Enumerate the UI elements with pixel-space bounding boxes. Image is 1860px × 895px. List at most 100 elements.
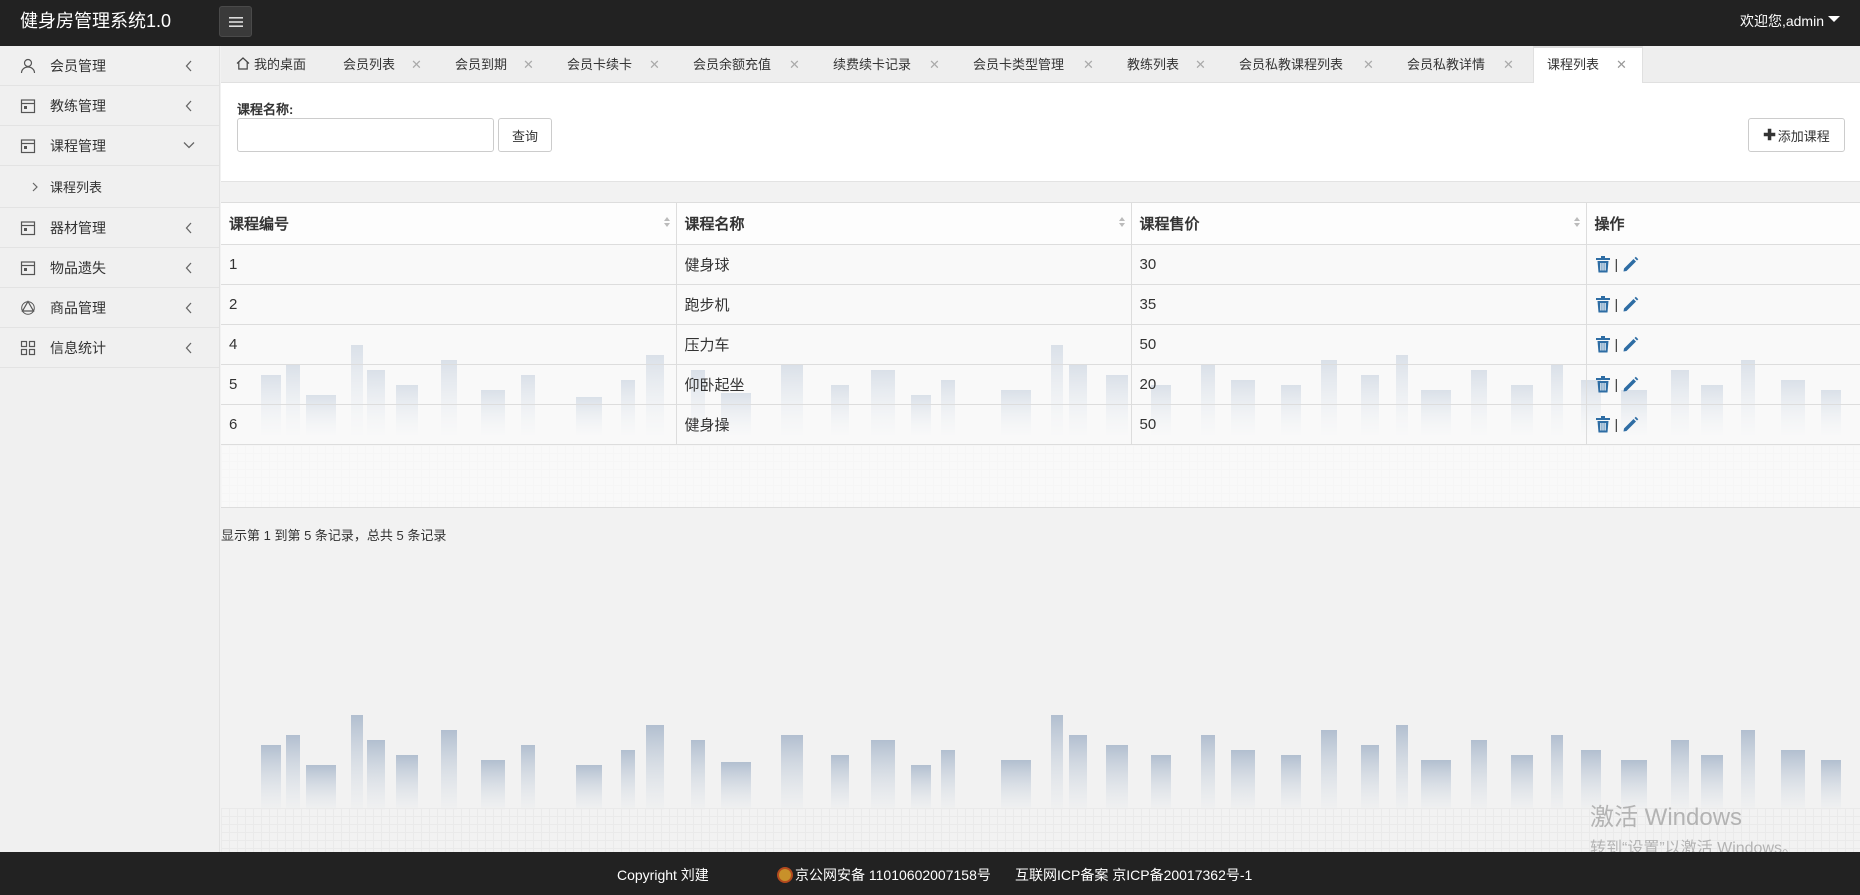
cell-id: 6 bbox=[221, 404, 677, 445]
cell-id: 2 bbox=[221, 284, 677, 325]
add-course-button[interactable]: ✚ 添加课程 bbox=[1748, 118, 1845, 152]
cell-actions: | bbox=[1586, 364, 1860, 405]
pencil-icon[interactable] bbox=[1622, 296, 1639, 313]
column-header-name[interactable]: 课程名称 bbox=[676, 203, 1132, 245]
pencil-icon[interactable] bbox=[1622, 376, 1639, 393]
table-row: 4 压力车 50 | bbox=[221, 324, 1860, 365]
pencil-icon[interactable] bbox=[1622, 336, 1639, 353]
course-name-input[interactable] bbox=[237, 118, 494, 152]
chevron-left-icon bbox=[185, 262, 192, 274]
close-icon[interactable]: ✕ bbox=[1363, 46, 1374, 83]
user-icon bbox=[20, 58, 36, 74]
tab-member-expiry[interactable]: 会员到期 ✕ bbox=[455, 46, 534, 83]
calendar-icon bbox=[20, 260, 36, 276]
app-title[interactable]: 健身房管理系统1.0 bbox=[20, 0, 171, 42]
tab-label: 会员列表 bbox=[343, 57, 396, 72]
footer-police-text: 京公网安备 11010602007158号 bbox=[795, 867, 991, 883]
tab-label: 续费续卡记录 bbox=[833, 57, 912, 72]
sidebar-item-label: 器材管理 bbox=[50, 219, 106, 236]
query-button[interactable]: 查询 bbox=[498, 118, 552, 152]
search-panel: 课程名称: 查询 ✚ 添加课程 bbox=[221, 83, 1860, 182]
footer-police-record[interactable]: 京公网安备 11010602007158号 bbox=[777, 865, 991, 885]
trash-icon[interactable] bbox=[1595, 375, 1611, 393]
sort-icon bbox=[1118, 217, 1125, 227]
pencil-icon[interactable] bbox=[1622, 416, 1639, 433]
tab-label: 会员余额充值 bbox=[693, 57, 772, 72]
cell-id: 1 bbox=[221, 244, 677, 285]
cell-actions: | bbox=[1586, 324, 1860, 365]
close-icon[interactable]: ✕ bbox=[1083, 46, 1094, 83]
tab-private-course-list[interactable]: 会员私教课程列表 ✕ bbox=[1239, 46, 1374, 83]
table-header-row: 课程编号 课程名称 课程售价 操作 bbox=[221, 203, 1860, 245]
cell-price: 50 bbox=[1131, 324, 1587, 365]
sidebar-item-equipment[interactable]: 器材管理 bbox=[0, 208, 219, 248]
home-icon bbox=[236, 57, 250, 70]
close-icon[interactable]: ✕ bbox=[1616, 48, 1627, 81]
close-icon[interactable]: ✕ bbox=[649, 46, 660, 83]
action-separator: | bbox=[1614, 256, 1619, 272]
cell-id: 5 bbox=[221, 364, 677, 405]
course-table-container: 课程编号 课程名称 课程售价 操作 1 健身球 30 | 2 跑步机 35 | … bbox=[221, 202, 1860, 508]
tab-private-detail[interactable]: 会员私教详情 ✕ bbox=[1407, 46, 1514, 83]
windows-activation-watermark: 激活 Windows 转到“设置”以激活 Windows。 bbox=[1590, 797, 1798, 858]
column-header-label: 课程售价 bbox=[1139, 215, 1200, 233]
column-header-price[interactable]: 课程售价 bbox=[1131, 203, 1587, 245]
sidebar-subitem-course-list[interactable]: 课程列表 bbox=[0, 166, 219, 208]
top-header: 健身房管理系统1.0 欢迎您,admin bbox=[0, 0, 1860, 46]
table-row: 5 仰卧起坐 20 | bbox=[221, 364, 1860, 405]
cell-price: 50 bbox=[1131, 404, 1587, 445]
trash-icon[interactable] bbox=[1595, 335, 1611, 353]
welcome-text: 欢迎您,admin bbox=[1739, 13, 1824, 29]
cell-name: 压力车 bbox=[676, 324, 1132, 365]
chevron-down-icon bbox=[183, 142, 195, 149]
tab-label: 会员卡续卡 bbox=[567, 57, 633, 72]
close-icon[interactable]: ✕ bbox=[929, 46, 940, 83]
tab-coach-list[interactable]: 教练列表 ✕ bbox=[1127, 46, 1206, 83]
close-icon[interactable]: ✕ bbox=[789, 46, 800, 83]
tab-balance-recharge[interactable]: 会员余额充值 ✕ bbox=[693, 46, 800, 83]
column-header-id[interactable]: 课程编号 bbox=[221, 203, 677, 245]
tab-label: 会员卡类型管理 bbox=[973, 57, 1065, 72]
sidebar-item-coach[interactable]: 教练管理 bbox=[0, 86, 219, 126]
tab-card-renew[interactable]: 会员卡续卡 ✕ bbox=[567, 46, 660, 83]
grid-icon bbox=[20, 340, 36, 356]
calendar-icon bbox=[20, 98, 36, 114]
tab-renewal-records[interactable]: 续费续卡记录 ✕ bbox=[833, 46, 940, 83]
menu-toggle-button[interactable] bbox=[219, 6, 252, 37]
tab-my-desktop[interactable]: 我的桌面 bbox=[236, 46, 306, 83]
tab-member-list[interactable]: 会员列表 ✕ bbox=[343, 46, 422, 83]
action-separator: | bbox=[1614, 376, 1619, 392]
sidebar-item-lost-items[interactable]: 物品遗失 bbox=[0, 248, 219, 288]
tab-course-list[interactable]: 课程列表 ✕ bbox=[1533, 46, 1643, 83]
pencil-icon[interactable] bbox=[1622, 256, 1639, 273]
close-icon[interactable]: ✕ bbox=[1195, 46, 1206, 83]
close-icon[interactable]: ✕ bbox=[411, 46, 422, 83]
action-separator: | bbox=[1614, 336, 1619, 352]
column-header-label: 课程名称 bbox=[684, 215, 745, 233]
close-icon[interactable]: ✕ bbox=[523, 46, 534, 83]
sidebar-item-member[interactable]: 会员管理 bbox=[0, 46, 219, 86]
footer-icp-record[interactable]: 互联网ICP备案 京ICP备20017362号-1 bbox=[1015, 865, 1252, 885]
sidebar-item-statistics[interactable]: 信息统计 bbox=[0, 328, 219, 368]
cell-id: 4 bbox=[221, 324, 677, 365]
column-header-label: 操作 bbox=[1594, 215, 1625, 233]
tab-label: 会员到期 bbox=[455, 57, 508, 72]
tab-card-type[interactable]: 会员卡类型管理 ✕ bbox=[973, 46, 1094, 83]
sidebar-item-course[interactable]: 课程管理 bbox=[0, 126, 219, 166]
trash-icon[interactable] bbox=[1595, 295, 1611, 313]
chevron-left-icon bbox=[185, 100, 192, 112]
course-table: 课程编号 课程名称 课程售价 操作 1 健身球 30 | 2 跑步机 35 | … bbox=[221, 203, 1860, 445]
calendar-icon bbox=[20, 220, 36, 236]
close-icon[interactable]: ✕ bbox=[1503, 46, 1514, 83]
user-menu[interactable]: 欢迎您,admin bbox=[1740, 0, 1840, 42]
skyline-decoration bbox=[261, 715, 1841, 810]
tab-bar: 我的桌面 会员列表 ✕ 会员到期 ✕ 会员卡续卡 ✕ 会员余额充值 ✕ 续费续卡记录 ✕ … bbox=[221, 46, 1860, 83]
sidebar-item-goods[interactable]: 商品管理 bbox=[0, 288, 219, 328]
trash-icon[interactable] bbox=[1595, 255, 1611, 273]
trash-icon[interactable] bbox=[1595, 415, 1611, 433]
tab-label: 教练列表 bbox=[1127, 57, 1180, 72]
cell-name: 仰卧起坐 bbox=[676, 364, 1132, 405]
footer-copyright: Copyright 刘建 bbox=[617, 867, 709, 883]
sidebar-subitem-label: 课程列表 bbox=[50, 180, 103, 195]
course-name-label: 课程名称: bbox=[237, 102, 294, 117]
